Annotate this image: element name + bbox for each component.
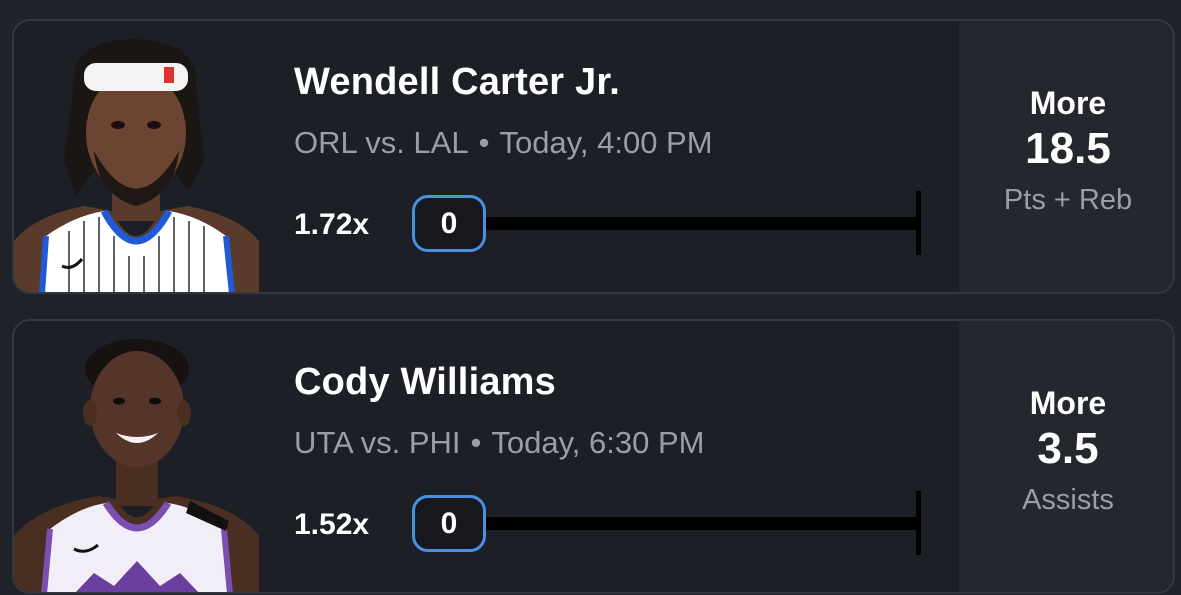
progress-track [484,217,920,230]
projection-line: 3.5 [1037,424,1099,473]
picks-list: Wendell Carter Jr. ORL vs. LAL • Today, 4:… [0,0,1181,595]
game-time: Today, 6:30 PM [491,425,705,460]
projection-line: 18.5 [1025,124,1111,173]
progress-target-marker [916,491,921,555]
projection-panel[interactable]: More 18.5 Pts + Reb [959,21,1173,292]
progress-value-pill: 0 [412,195,486,252]
progress-value-pill: 0 [412,495,486,552]
progress-target-marker [916,191,921,255]
payout-multiplier: 1.72x [294,208,370,241]
pick-card[interactable]: Wendell Carter Jr. ORL vs. LAL • Today, 4:… [12,19,1175,294]
game-info: ORL vs. LAL • Today, 4:00 PM [294,125,713,161]
matchup: ORL vs. LAL [294,125,469,160]
player-headshot [14,321,259,592]
separator-dot: • [470,425,482,460]
pick-card[interactable]: Cody Williams UTA vs. PHI • Today, 6:30 PM… [12,319,1175,594]
stat-type: Pts + Reb [1003,184,1133,216]
pick-direction: More [1029,385,1107,421]
separator-dot: • [478,125,490,160]
player-headshot [14,21,259,292]
game-info: UTA vs. PHI • Today, 6:30 PM [294,425,704,461]
game-time: Today, 4:00 PM [499,125,713,160]
projection-panel[interactable]: More 3.5 Assists [959,321,1173,592]
payout-multiplier: 1.52x [294,508,370,541]
player-name: Wendell Carter Jr. [294,61,621,103]
player-name: Cody Williams [294,361,556,403]
matchup: UTA vs. PHI [294,425,461,460]
pick-direction: More [1029,85,1107,121]
progress-track [484,517,920,530]
stat-type: Assists [1022,484,1114,516]
